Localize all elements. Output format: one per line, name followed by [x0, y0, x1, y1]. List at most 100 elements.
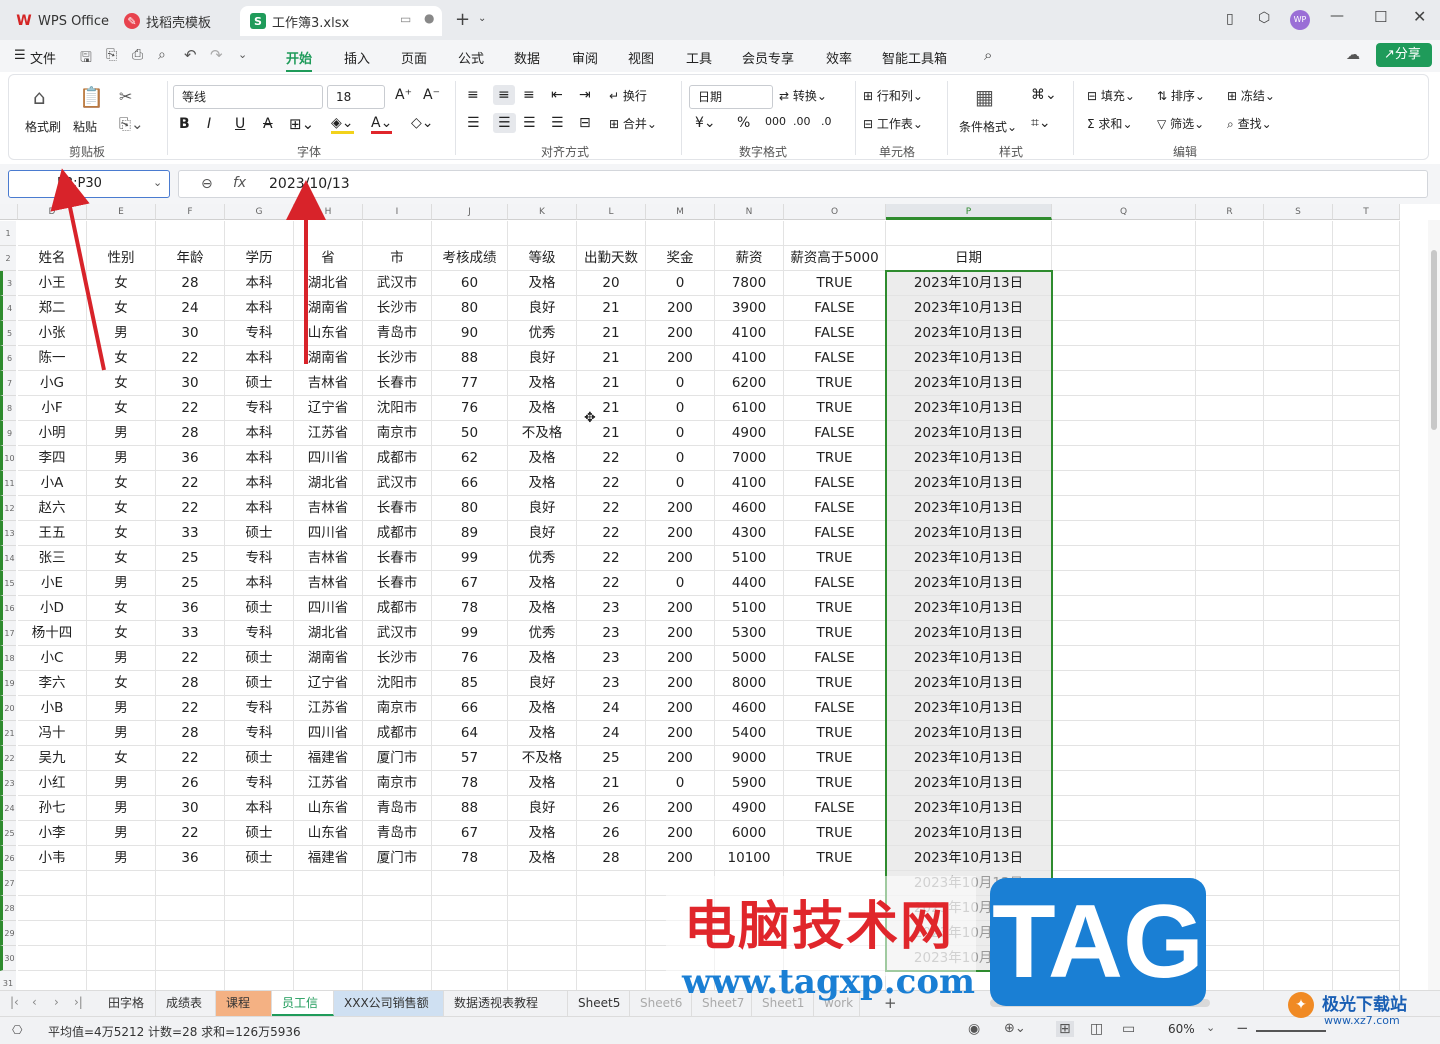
- row-header-1[interactable]: 1: [0, 221, 16, 246]
- cell-G9[interactable]: 本科: [225, 421, 294, 446]
- cell-K16[interactable]: 及格: [508, 596, 577, 621]
- cell-R22[interactable]: [1196, 746, 1264, 771]
- cell-Q17[interactable]: [1052, 621, 1196, 646]
- cell-D23[interactable]: 小红: [18, 771, 87, 796]
- cell-T8[interactable]: [1333, 396, 1400, 421]
- menu-tab-4[interactable]: 数据: [514, 48, 540, 67]
- cell-F6[interactable]: 22: [156, 346, 225, 371]
- cell-J18[interactable]: 76: [432, 646, 508, 671]
- cell-L4[interactable]: 21: [577, 296, 646, 321]
- cell-M17[interactable]: 200: [646, 621, 715, 646]
- cell-J10[interactable]: 62: [432, 446, 508, 471]
- cell-I18[interactable]: 长沙市: [363, 646, 432, 671]
- cell-E5[interactable]: 男: [87, 321, 156, 346]
- cell-D5[interactable]: 小张: [18, 321, 87, 346]
- cell-J23[interactable]: 78: [432, 771, 508, 796]
- column-header-M[interactable]: M: [646, 204, 715, 220]
- cell-H12[interactable]: 吉林省: [294, 496, 363, 521]
- cell-S2[interactable]: [1264, 246, 1333, 271]
- cell-F26[interactable]: 36: [156, 846, 225, 871]
- cell-L3[interactable]: 20: [577, 271, 646, 296]
- cell-T17[interactable]: [1333, 621, 1400, 646]
- cell-K27[interactable]: [508, 871, 577, 896]
- cell-N16[interactable]: 5100: [715, 596, 784, 621]
- cell-J15[interactable]: 67: [432, 571, 508, 596]
- cell-Q1[interactable]: [1052, 221, 1196, 246]
- cell-F14[interactable]: 25: [156, 546, 225, 571]
- cell-M5[interactable]: 200: [646, 321, 715, 346]
- cell-L23[interactable]: 21: [577, 771, 646, 796]
- cell-Q15[interactable]: [1052, 571, 1196, 596]
- cell-H11[interactable]: 湖北省: [294, 471, 363, 496]
- cell-G14[interactable]: 专科: [225, 546, 294, 571]
- cell-O25[interactable]: TRUE: [784, 821, 886, 846]
- cell-H19[interactable]: 辽宁省: [294, 671, 363, 696]
- cell-E3[interactable]: 女: [87, 271, 156, 296]
- cell-N7[interactable]: 6200: [715, 371, 784, 396]
- cell-L13[interactable]: 22: [577, 521, 646, 546]
- cell-R7[interactable]: [1196, 371, 1264, 396]
- cell-D10[interactable]: 李四: [18, 446, 87, 471]
- cell-H13[interactable]: 四川省: [294, 521, 363, 546]
- conditional-format-icon[interactable]: ▦: [975, 85, 994, 109]
- cell-N5[interactable]: 4100: [715, 321, 784, 346]
- cell-N21[interactable]: 5400: [715, 721, 784, 746]
- cell-J19[interactable]: 85: [432, 671, 508, 696]
- page-break-view-icon[interactable]: ◫: [1090, 1021, 1103, 1037]
- cell-K5[interactable]: 优秀: [508, 321, 577, 346]
- redo-icon[interactable]: ↷: [210, 46, 223, 64]
- cell-T5[interactable]: [1333, 321, 1400, 346]
- cell-Q21[interactable]: [1052, 721, 1196, 746]
- cell-J1[interactable]: [432, 221, 508, 246]
- cell-E15[interactable]: 男: [87, 571, 156, 596]
- cell-F31[interactable]: [156, 971, 225, 990]
- tab-wps-office[interactable]: W WPS Office: [6, 6, 110, 36]
- row-header-27[interactable]: 27: [0, 871, 16, 896]
- cell-M6[interactable]: 200: [646, 346, 715, 371]
- cell-O9[interactable]: FALSE: [784, 421, 886, 446]
- cell-D21[interactable]: 冯十: [18, 721, 87, 746]
- cell-H6[interactable]: 湖南省: [294, 346, 363, 371]
- cell-S8[interactable]: [1264, 396, 1333, 421]
- cell-E17[interactable]: 女: [87, 621, 156, 646]
- cell-F2[interactable]: 年龄: [156, 246, 225, 271]
- cell-T14[interactable]: [1333, 546, 1400, 571]
- cell-K17[interactable]: 优秀: [508, 621, 577, 646]
- copy-icon[interactable]: ⎘⌄: [119, 115, 144, 133]
- cell-Q12[interactable]: [1052, 496, 1196, 521]
- cell-Q11[interactable]: [1052, 471, 1196, 496]
- cell-H30[interactable]: [294, 946, 363, 971]
- cell-S12[interactable]: [1264, 496, 1333, 521]
- cell-Q6[interactable]: [1052, 346, 1196, 371]
- zoom-formula-icon[interactable]: ⊖: [201, 176, 213, 192]
- cell-T24[interactable]: [1333, 796, 1400, 821]
- cell-R5[interactable]: [1196, 321, 1264, 346]
- cell-G22[interactable]: 硕士: [225, 746, 294, 771]
- cell-S23[interactable]: [1264, 771, 1333, 796]
- cloud-icon[interactable]: ☁: [1346, 47, 1360, 63]
- cell-H27[interactable]: [294, 871, 363, 896]
- cell-E4[interactable]: 女: [87, 296, 156, 321]
- cell-F24[interactable]: 30: [156, 796, 225, 821]
- cell-T3[interactable]: [1333, 271, 1400, 296]
- cell-K2[interactable]: 等级: [508, 246, 577, 271]
- cell-M12[interactable]: 200: [646, 496, 715, 521]
- cell-J13[interactable]: 89: [432, 521, 508, 546]
- cell-E24[interactable]: 男: [87, 796, 156, 821]
- cell-K13[interactable]: 良好: [508, 521, 577, 546]
- cell-Q22[interactable]: [1052, 746, 1196, 771]
- cell-S9[interactable]: [1264, 421, 1333, 446]
- column-header-Q[interactable]: Q: [1052, 204, 1196, 220]
- cell-J7[interactable]: 77: [432, 371, 508, 396]
- cell-G20[interactable]: 专科: [225, 696, 294, 721]
- cell-G30[interactable]: [225, 946, 294, 971]
- cell-T10[interactable]: [1333, 446, 1400, 471]
- cell-P1[interactable]: [886, 221, 1052, 246]
- cell-G12[interactable]: 本科: [225, 496, 294, 521]
- cell-L18[interactable]: 23: [577, 646, 646, 671]
- cell-T11[interactable]: [1333, 471, 1400, 496]
- cell-H31[interactable]: [294, 971, 363, 990]
- align-left-icon[interactable]: ☰: [467, 115, 480, 131]
- align-bottom-icon[interactable]: ≡: [523, 87, 535, 103]
- cell-N3[interactable]: 7800: [715, 271, 784, 296]
